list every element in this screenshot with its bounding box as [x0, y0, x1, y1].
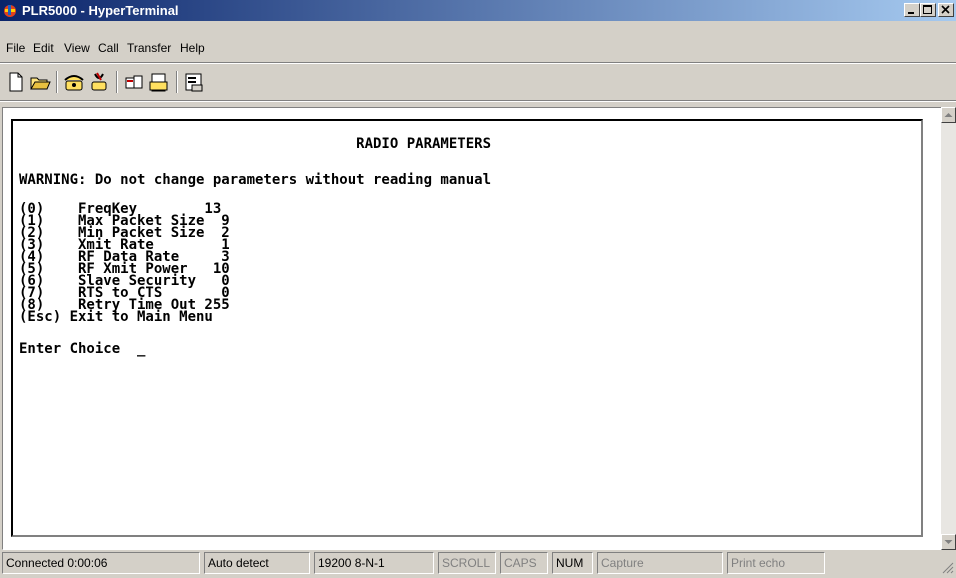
vertical-scrollbar[interactable] — [941, 107, 956, 550]
disconnect-button[interactable] — [87, 70, 111, 94]
terminal-area[interactable]: RADIO PARAMETERS WARNING: Do not change … — [2, 107, 942, 550]
new-connection-button[interactable] — [4, 70, 28, 94]
receive-icon — [149, 73, 168, 92]
new-icon — [9, 72, 23, 92]
scroll-up-button[interactable] — [941, 107, 956, 123]
close-icon — [941, 5, 950, 14]
open-button[interactable] — [28, 70, 52, 94]
hyperterminal-icon — [4, 5, 16, 17]
hyperterminal-window: PLR5000 - HyperTerminal File Edit View C… — [0, 0, 956, 578]
scroll-down-button[interactable] — [941, 534, 956, 550]
close-button[interactable] — [938, 3, 954, 17]
maximize-button[interactable] — [920, 3, 936, 17]
arrow-up-icon — [944, 113, 953, 117]
menu-edit[interactable]: Edit — [33, 40, 54, 56]
disconnect-icon — [91, 72, 107, 91]
status-settings: 19200 8-N-1 — [314, 552, 434, 574]
send-icon — [125, 75, 143, 89]
menu-call[interactable]: Call — [98, 40, 119, 56]
open-icon — [30, 77, 51, 90]
terminal-line: WARNING: Do not change parameters withou… — [19, 172, 492, 188]
status-emulation: Auto detect — [204, 552, 310, 574]
send-button[interactable] — [122, 70, 146, 94]
maximize-icon — [923, 5, 932, 14]
status-bar: Connected 0:00:06 Auto detect 19200 8-N-… — [0, 552, 956, 578]
menu-bar: File Edit View Call Transfer Help — [0, 37, 956, 60]
window-title: PLR5000 - HyperTerminal — [22, 3, 179, 18]
status-capture: Capture — [597, 552, 723, 574]
status-caps: CAPS — [500, 552, 548, 574]
toolbar-separator — [116, 71, 118, 93]
arrow-down-icon — [944, 540, 953, 544]
call-icon — [64, 75, 84, 91]
terminal-line: (Esc) Exit to Main Menu — [19, 309, 213, 325]
minimize-button[interactable] — [904, 3, 920, 17]
status-num: NUM — [552, 552, 593, 574]
status-connected: Connected 0:00:06 — [2, 552, 200, 574]
terminal-line: RADIO PARAMETERS — [19, 136, 492, 152]
menu-file[interactable]: File — [6, 40, 25, 56]
terminal-text: RADIO PARAMETERS WARNING: Do not change … — [19, 121, 491, 409]
toolbar-separator — [56, 71, 58, 93]
status-print-echo: Print echo — [727, 552, 825, 574]
toolbar — [0, 66, 956, 98]
menu-view[interactable]: View — [64, 40, 90, 56]
properties-icon — [185, 73, 203, 92]
menu-help[interactable]: Help — [180, 40, 205, 56]
receive-button[interactable] — [147, 70, 171, 94]
menu-transfer[interactable]: Transfer — [127, 40, 171, 56]
terminal-line: Enter Choice _ — [19, 341, 146, 357]
terminal-frame: RADIO PARAMETERS WARNING: Do not change … — [11, 119, 923, 537]
menu-separator — [0, 62, 956, 64]
status-scroll: SCROLL — [438, 552, 496, 574]
call-button[interactable] — [62, 70, 86, 94]
title-bar[interactable]: PLR5000 - HyperTerminal — [0, 0, 956, 21]
toolbar-separator — [176, 71, 178, 93]
toolbar-separator-line — [0, 100, 956, 102]
minimize-icon — [908, 12, 914, 14]
resize-grip-icon[interactable] — [942, 562, 954, 574]
properties-button[interactable] — [182, 70, 206, 94]
